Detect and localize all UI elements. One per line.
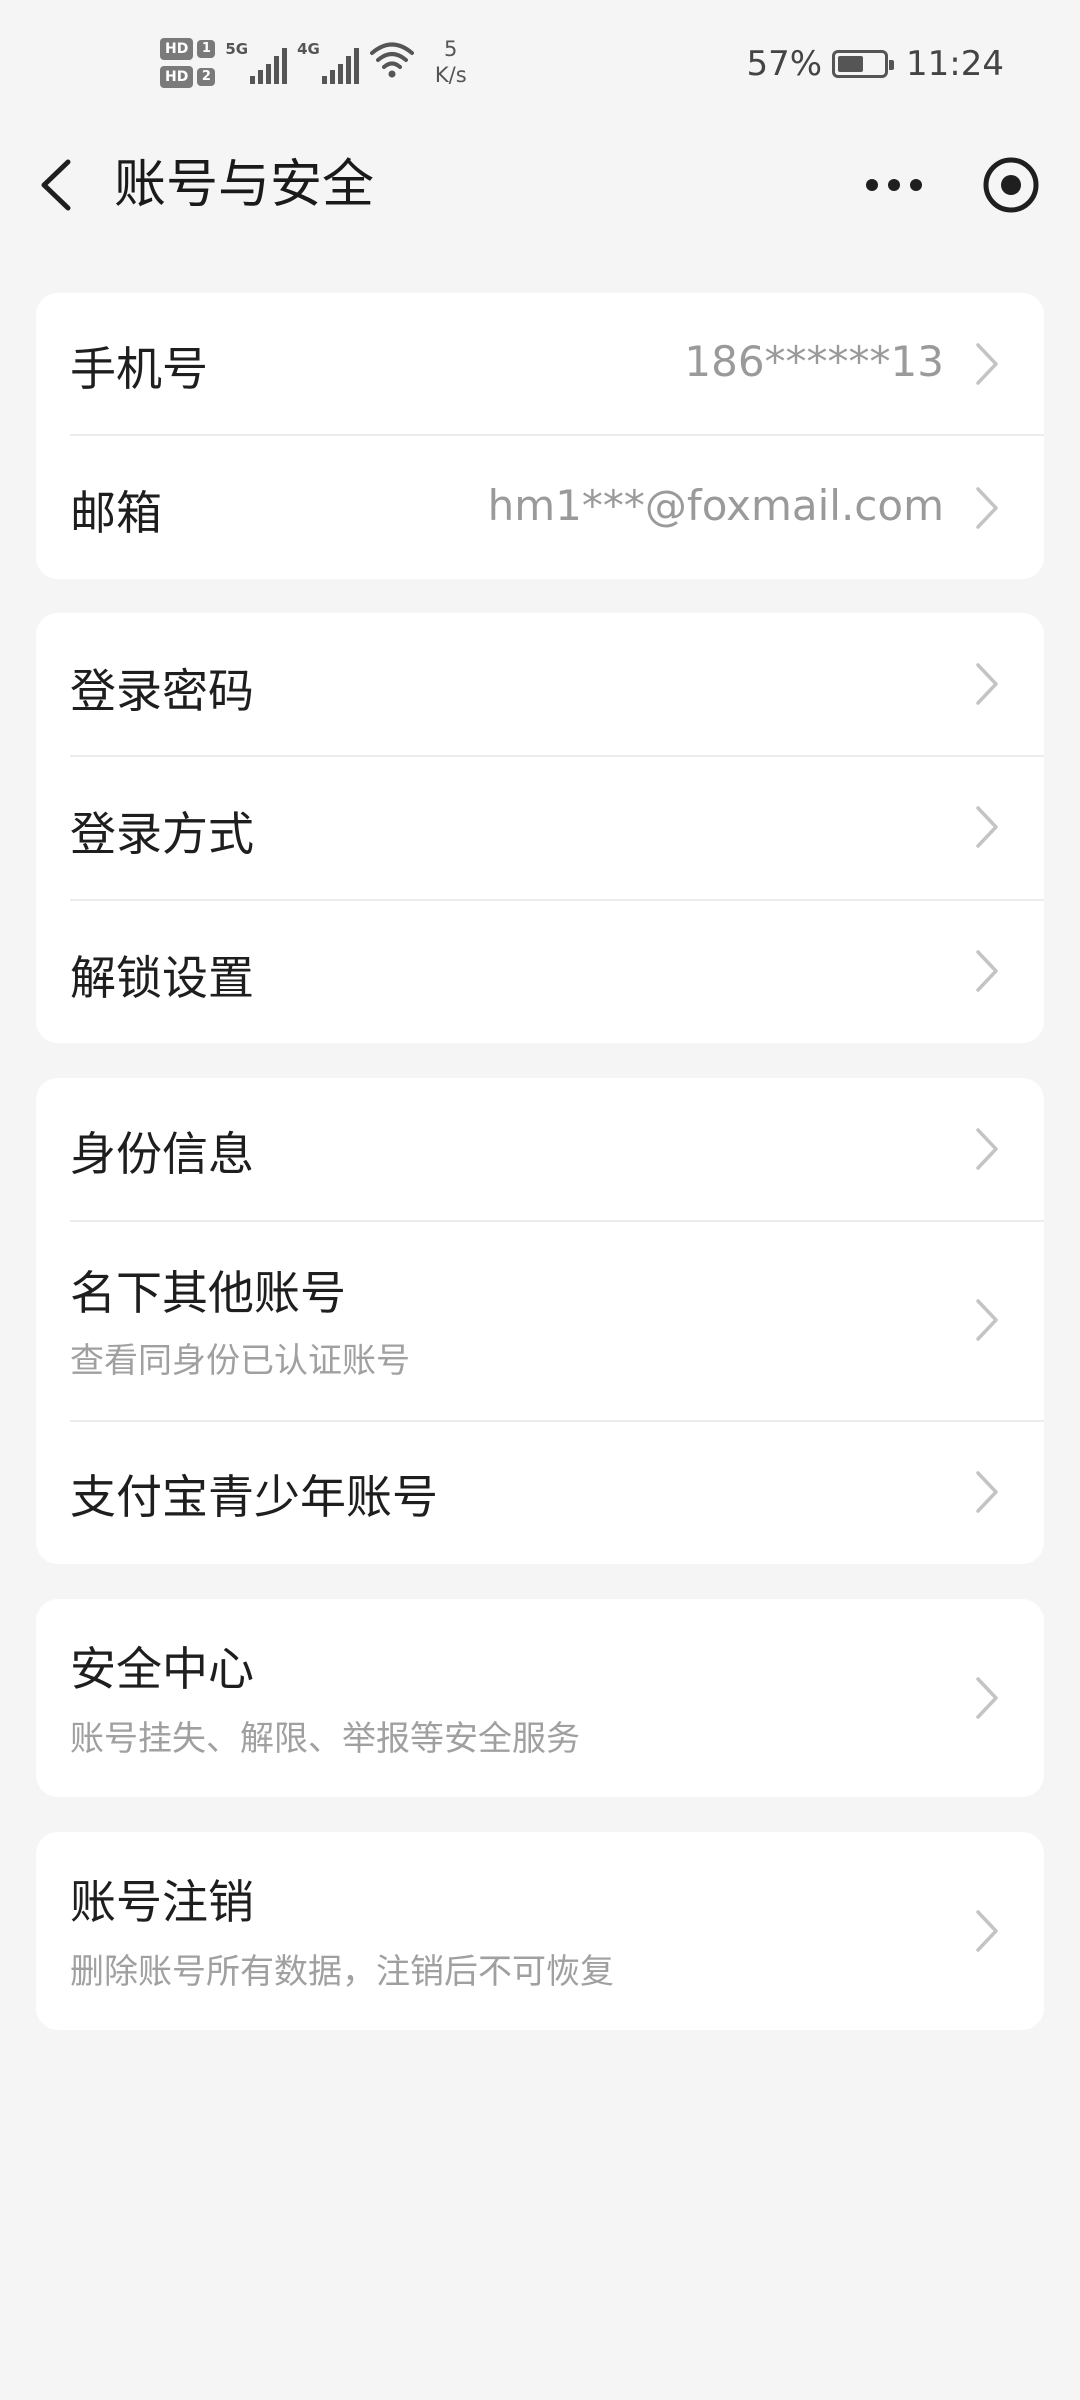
status-bar: HD 1 HD 2 5G 4G 5 K/s 57% 11:24 <box>0 0 1080 140</box>
list-item-login-method[interactable]: 登录方式 <box>36 756 1044 900</box>
more-button[interactable] <box>856 162 932 208</box>
list-item-email[interactable]: 邮箱 hm1***@foxmail.com <box>36 435 1044 579</box>
other-accounts-sub: 查看同身份已认证账号 <box>70 1341 410 1381</box>
network-type: 4G <box>297 40 320 58</box>
network-type: 5G <box>225 40 249 58</box>
chevron-right-icon <box>976 343 998 385</box>
speed-unit: K/s <box>434 63 467 87</box>
hd-indicators: HD 1 HD 2 <box>160 38 216 88</box>
phone-value: 186******13 <box>684 337 944 386</box>
other-accounts-label: 名下其他账号 <box>70 1266 346 1320</box>
security-center-sub: 账号挂失、解限、举报等安全服务 <box>70 1719 580 1759</box>
network-speed: 5 K/s <box>435 36 467 88</box>
chevron-left-icon <box>41 159 71 211</box>
list-item-unlock-settings[interactable]: 解锁设置 <box>36 900 1044 1043</box>
battery-fill <box>838 56 864 72</box>
sim-number: 1 <box>197 40 216 58</box>
status-bar-right: 57% 11:24 <box>746 44 1004 84</box>
status-bar-left: HD 1 HD 2 5G 4G 5 K/s <box>160 36 467 100</box>
hd-badge-1: HD 1 <box>160 38 216 60</box>
signal-5g: 5G <box>225 36 288 84</box>
nav-header: 账号与安全 <box>0 140 1080 230</box>
chevron-right-icon <box>976 1910 998 1952</box>
deactivate-sub: 删除账号所有数据，注销后不可恢复 <box>70 1952 614 1992</box>
card-deactivate: 账号注销 删除账号所有数据，注销后不可恢复 <box>36 1832 1044 2030</box>
chevron-right-icon <box>976 950 998 992</box>
list-item-other-accounts[interactable]: 名下其他账号 查看同身份已认证账号 <box>36 1221 1044 1421</box>
identity-info-label: 身份信息 <box>70 1127 254 1181</box>
list-item-identity-info[interactable]: 身份信息 <box>36 1078 1044 1221</box>
unlock-settings-label: 解锁设置 <box>70 951 254 1005</box>
clock: 11:24 <box>906 44 1004 84</box>
email-value: hm1***@foxmail.com <box>487 481 944 530</box>
hd-badge-2: HD 2 <box>160 66 216 88</box>
login-password-label: 登录密码 <box>70 664 254 718</box>
target-icon <box>983 157 1039 213</box>
sim-number: 2 <box>197 68 216 86</box>
chevron-right-icon <box>976 806 998 848</box>
more-horizontal-icon <box>866 179 922 191</box>
wifi-icon <box>369 36 415 84</box>
login-method-label: 登录方式 <box>70 807 254 861</box>
page-title: 账号与安全 <box>114 155 375 215</box>
security-center-label: 安全中心 <box>70 1642 254 1696</box>
teen-account-label: 支付宝青少年账号 <box>70 1470 438 1524</box>
signal-bars-icon <box>321 44 359 84</box>
chevron-right-icon <box>976 1299 998 1341</box>
list-item-login-password[interactable]: 登录密码 <box>36 613 1044 756</box>
email-label: 邮箱 <box>70 486 162 540</box>
hd-label: HD <box>160 66 194 88</box>
chevron-right-icon <box>976 1471 998 1513</box>
chevron-right-icon <box>976 663 998 705</box>
card-login: 登录密码 登录方式 解锁设置 <box>36 613 1044 1043</box>
card-identity: 身份信息 名下其他账号 查看同身份已认证账号 支付宝青少年账号 <box>36 1078 1044 1564</box>
back-button[interactable] <box>30 150 90 220</box>
battery-icon <box>832 50 895 78</box>
chevron-right-icon <box>976 1677 998 1719</box>
signal-4g: 4G <box>297 36 359 84</box>
battery-percent: 57% <box>746 44 823 84</box>
speed-value: 5 <box>444 37 458 61</box>
list-item-security-center[interactable]: 安全中心 账号挂失、解限、举报等安全服务 <box>36 1599 1044 1797</box>
list-item-teen-account[interactable]: 支付宝青少年账号 <box>36 1421 1044 1564</box>
card-security-center: 安全中心 账号挂失、解限、举报等安全服务 <box>36 1599 1044 1797</box>
phone-label: 手机号 <box>70 342 208 396</box>
hd-label: HD <box>160 38 194 60</box>
list-item-phone[interactable]: 手机号 186******13 <box>36 293 1044 435</box>
list-item-deactivate-account[interactable]: 账号注销 删除账号所有数据，注销后不可恢复 <box>36 1832 1044 2030</box>
chevron-right-icon <box>976 487 998 529</box>
card-contact: 手机号 186******13 邮箱 hm1***@foxmail.com <box>36 293 1044 579</box>
deactivate-label: 账号注销 <box>70 1875 254 1929</box>
signal-bars-icon <box>250 44 288 84</box>
chevron-right-icon <box>976 1128 998 1170</box>
close-mini-program-button[interactable] <box>976 150 1046 220</box>
